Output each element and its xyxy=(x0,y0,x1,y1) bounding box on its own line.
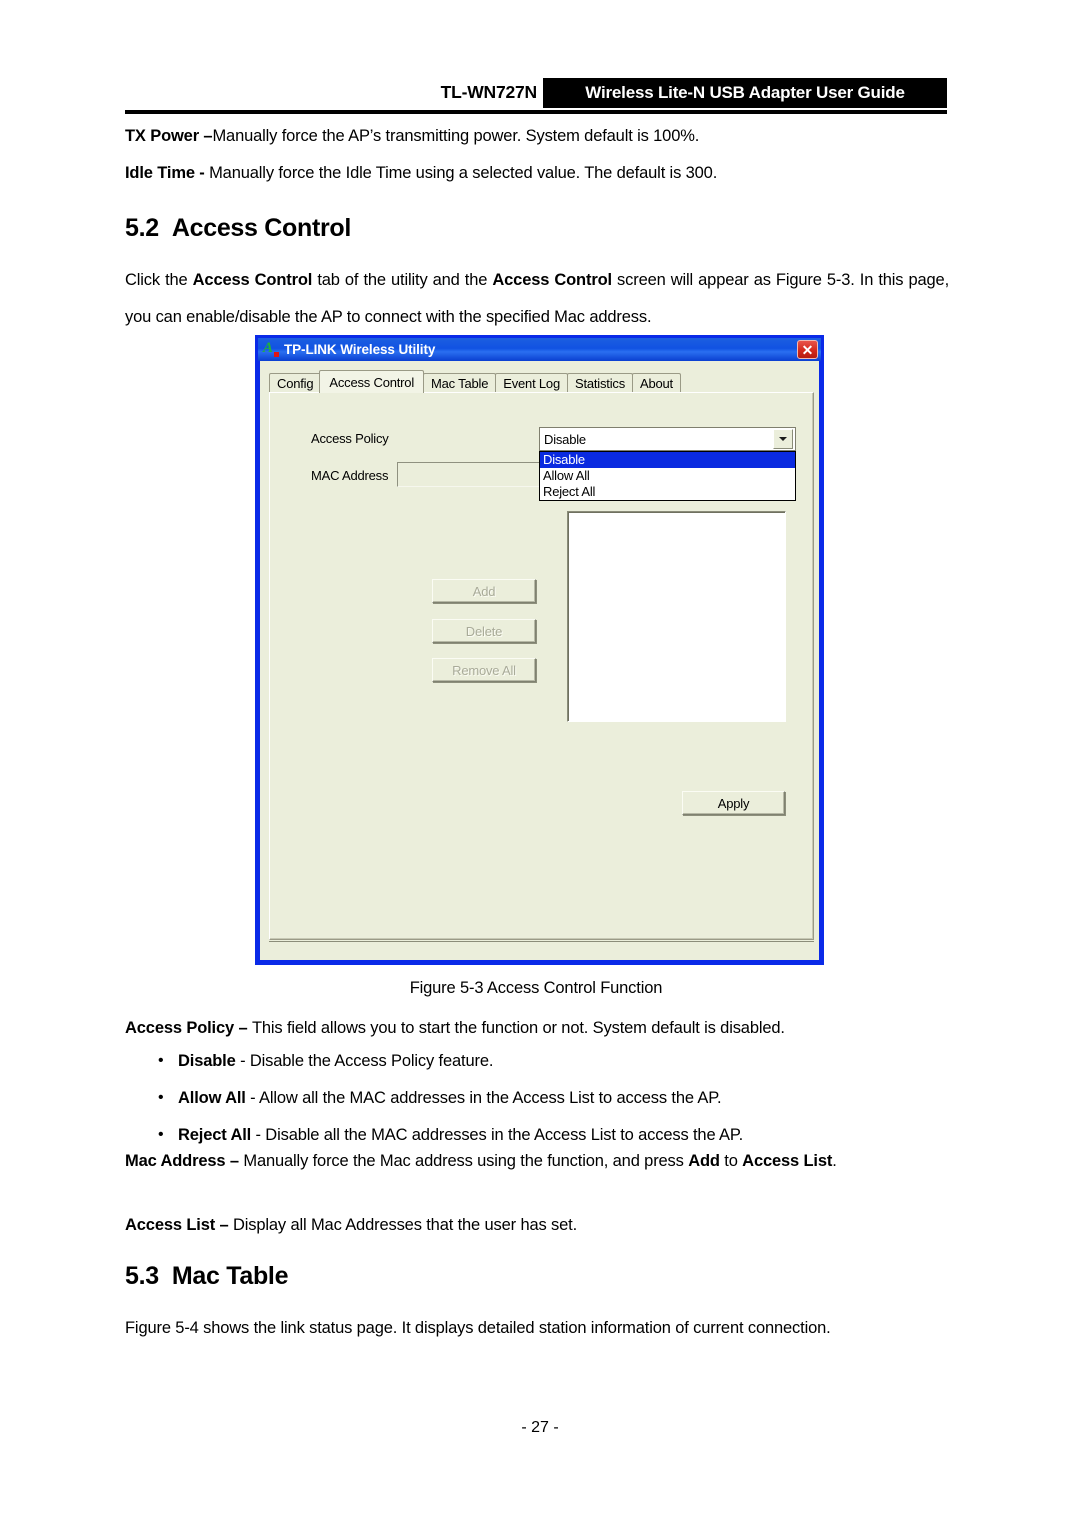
access-list-description: Access List – Display all Mac Addresses … xyxy=(125,1207,949,1244)
tab-config[interactable]: Config xyxy=(269,373,322,392)
tab-about[interactable]: About xyxy=(632,373,681,392)
page-number: - 27 - xyxy=(521,1419,559,1436)
chevron-down-icon[interactable] xyxy=(773,429,793,449)
access-policy-label: Access Policy xyxy=(311,431,389,446)
bullet-text-disable: - Disable the Access Policy feature. xyxy=(235,1052,494,1070)
header-model-name: TL-WN727N xyxy=(440,82,538,102)
idle-time-text: Manually force the Idle Time using a sel… xyxy=(204,164,718,182)
close-icon[interactable]: ✕ xyxy=(797,340,818,359)
access-control-panel: Access Policy MAC Address Disable Disabl… xyxy=(269,392,814,940)
window-body: Config Access Control Mac Table Event Lo… xyxy=(260,361,819,960)
tab-event-log[interactable]: Event Log xyxy=(495,373,568,392)
access-list-box[interactable] xyxy=(567,511,786,722)
delete-button[interactable]: Delete xyxy=(432,619,536,643)
access-policy-description: Access Policy – This field allows you to… xyxy=(125,1010,949,1047)
window-title: TP-LINK Wireless Utility xyxy=(284,342,436,357)
tx-power-paragraph: TX Power –Manually force the AP’s transm… xyxy=(125,118,947,155)
tp-link-wireless-utility-window: A TP-LINK Wireless Utility ✕ Config Acce… xyxy=(256,336,823,964)
tplink-a-icon: A xyxy=(263,340,279,358)
dropdown-option-disable[interactable]: Disable xyxy=(540,452,795,468)
mac-address-label: MAC Address xyxy=(311,468,389,483)
para-bold-2: Access Control xyxy=(492,271,612,289)
mac-address-text-c: . xyxy=(832,1152,837,1170)
bullet-term-allow-all: Allow All xyxy=(178,1089,246,1107)
access-policy-dropdown-list[interactable]: Disable Allow All Reject All xyxy=(539,451,796,501)
bullet-term-reject-all: Reject All xyxy=(178,1126,252,1144)
tab-statistics[interactable]: Statistics xyxy=(566,373,633,392)
section-number-5-2: 5.2 xyxy=(125,214,159,242)
mac-address-text-a: Manually force the Mac address using the… xyxy=(243,1152,689,1170)
bullet-text-allow-all: - Allow all the MAC addresses in the Acc… xyxy=(245,1089,722,1107)
access-list-term: Access List – xyxy=(125,1216,233,1234)
section-5-3-paragraph: Figure 5-4 shows the link status page. I… xyxy=(125,1319,831,1337)
dropdown-option-allow-all[interactable]: Allow All xyxy=(540,468,795,484)
add-button[interactable]: Add xyxy=(432,579,536,603)
window-titlebar[interactable]: A TP-LINK Wireless Utility ✕ xyxy=(256,336,823,361)
para-bold-1: Access Control xyxy=(192,271,313,289)
mac-address-description: Mac Address – Manually force the Mac add… xyxy=(125,1143,949,1180)
mac-address-text-b: to xyxy=(719,1152,743,1170)
tabstrip: Config Access Control Mac Table Event Lo… xyxy=(269,370,810,393)
access-policy-select[interactable]: Disable xyxy=(539,427,796,451)
access-policy-bullet-list: Disable - Disable the Access Policy feat… xyxy=(125,1042,949,1154)
dropdown-option-reject-all[interactable]: Reject All xyxy=(540,484,795,500)
window-footer-divider xyxy=(269,941,814,942)
mac-address-bold-access-list: Access List xyxy=(742,1152,833,1170)
section-5-2-paragraph: Click the Access Control tab of the util… xyxy=(125,262,949,336)
mac-address-term: Mac Address – xyxy=(125,1152,244,1170)
header-banner: Wireless Lite-N USB Adapter User Guide xyxy=(543,78,947,108)
idle-time-term: Idle Time - xyxy=(125,164,205,182)
section-title-5-3: Mac Table xyxy=(171,1262,289,1290)
access-policy-text: This field allows you to start the funct… xyxy=(251,1019,785,1037)
figure-caption: Figure 5-3 Access Control Function xyxy=(409,979,663,997)
list-item: Disable - Disable the Access Policy feat… xyxy=(125,1042,949,1080)
access-policy-term: Access Policy – xyxy=(125,1019,252,1037)
tab-access-control[interactable]: Access Control xyxy=(319,370,425,393)
idle-time-paragraph: Idle Time - Manually force the Idle Time… xyxy=(125,155,947,192)
bullet-term-disable: Disable xyxy=(178,1052,236,1070)
list-item: Allow All - Allow all the MAC addresses … xyxy=(125,1079,949,1117)
apply-button[interactable]: Apply xyxy=(682,791,785,815)
tx-power-term: TX Power – xyxy=(125,127,213,145)
bullet-text-reject-all: - Disable all the MAC addresses in the A… xyxy=(251,1126,744,1144)
para-c: tab of the utility and the xyxy=(312,271,493,289)
header-rule xyxy=(125,110,947,114)
tab-mac-table[interactable]: Mac Table xyxy=(423,373,497,392)
section-heading-5-2: 5.2 Access Control xyxy=(125,214,351,243)
access-policy-selected-value: Disable xyxy=(544,431,586,447)
page-header: TL-WN727N Wireless Lite-N USB Adapter Us… xyxy=(125,78,947,116)
section-heading-5-3: 5.3 Mac Table xyxy=(125,1262,288,1291)
section-title-5-2: Access Control xyxy=(171,214,352,242)
section-number-5-3: 5.3 xyxy=(125,1262,159,1290)
access-list-text: Display all Mac Addresses that the user … xyxy=(232,1216,578,1234)
tx-power-text: Manually force the AP’s transmitting pow… xyxy=(212,127,700,145)
para-a: Click the xyxy=(125,271,193,289)
remove-all-button[interactable]: Remove All xyxy=(432,658,536,682)
mac-address-bold-add: Add xyxy=(688,1152,720,1170)
